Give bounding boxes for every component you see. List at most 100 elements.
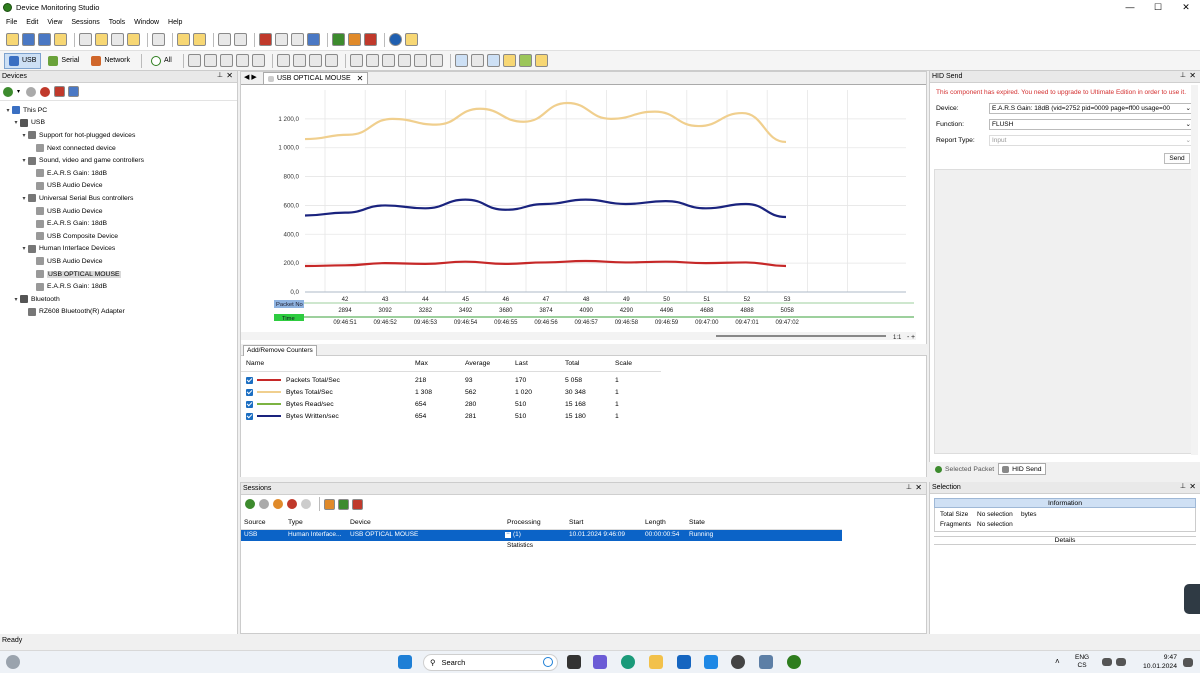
display-icon[interactable] [1102,658,1112,666]
save-icon[interactable] [22,33,35,46]
network-filter-button[interactable]: Network [86,53,135,69]
menu-edit[interactable]: Edit [26,19,38,26]
add-session-icon[interactable] [338,498,349,510]
chevron-up-icon[interactable]: ˄ [1055,657,1060,666]
doc-icon[interactable] [275,33,288,46]
graph1-icon[interactable] [454,54,468,67]
cut-icon[interactable] [79,33,92,46]
tree-item[interactable]: ▾ Sound, video and game controllers [0,154,237,167]
col-length[interactable]: Length [645,517,666,529]
usb-filter-button[interactable]: USB [4,52,42,69]
expand-arrow-icon[interactable]: ▾ [20,132,28,139]
pause-session-icon[interactable] [259,499,269,509]
graph5-icon[interactable] [518,54,532,67]
tree-item[interactable]: USB Audio Device [0,205,237,218]
start-icon[interactable] [398,655,412,669]
tree-item[interactable]: ▾ This PC [0,104,237,117]
counter-row[interactable]: Bytes Total/Sec 1 308 562 1 020 30 348 1 [246,386,666,398]
tab-nav-arrows[interactable]: ◀ ▶ [244,73,257,81]
zoom-level[interactable]: 1:1 [893,335,902,341]
expand-icon[interactable]: − [505,531,511,538]
app2-icon[interactable] [759,655,773,669]
remove-session-icon[interactable] [352,498,363,510]
menu-sessions[interactable]: Sessions [71,19,99,26]
language-indicator[interactable]: ENG CS [1075,654,1089,670]
start-icon[interactable] [332,33,345,46]
col-source[interactable]: Source [244,517,266,529]
maximize-button[interactable]: ☐ [1144,0,1172,15]
edit2-icon[interactable] [193,33,206,46]
col-state[interactable]: State [689,517,705,529]
view4-icon[interactable] [324,54,338,67]
counter-checkbox[interactable] [246,388,253,396]
menu-view[interactable]: View [47,19,62,26]
save-all-icon[interactable] [38,33,51,46]
minimize-button[interactable]: — [1116,0,1144,15]
col-processing[interactable]: Processing [507,517,541,529]
graph3-icon[interactable] [486,54,500,67]
view2-icon[interactable] [292,54,306,67]
start-monitor-icon[interactable] [3,86,13,97]
pin-icon[interactable]: ⊥ [906,483,912,491]
close-button[interactable]: ✕ [1172,0,1200,15]
tool2-icon[interactable] [234,33,247,46]
close-icon[interactable]: ✕ [1189,71,1196,80]
device-props-icon[interactable] [54,86,66,97]
tree-item[interactable]: ▾ USB [0,117,237,130]
record-icon[interactable] [259,33,272,46]
new-icon[interactable] [6,33,19,46]
tool5-icon[interactable] [235,54,249,67]
store-icon[interactable] [704,655,718,669]
counter-checkbox[interactable] [246,376,253,384]
close-icon[interactable]: ✕ [915,483,922,492]
tab-usb-optical-mouse[interactable]: USB OPTICAL MOUSE ✕ [263,72,369,84]
view3-icon[interactable] [308,54,322,67]
tool-icon[interactable] [218,33,231,46]
col-average[interactable]: Average [465,360,490,370]
pin-icon[interactable]: ⊥ [1180,71,1186,79]
device-monitoring-icon[interactable] [787,655,801,669]
expand-arrow-icon[interactable]: ▾ [12,119,20,126]
tree-item[interactable]: E.A.R.S Gain: 18dB [0,167,237,180]
edge-icon[interactable] [621,655,635,669]
zoom-in-button[interactable]: + [911,334,915,341]
pin-icon[interactable]: ⊥ [1180,482,1186,490]
col-max[interactable]: Max [415,360,428,370]
counter-checkbox[interactable] [246,400,253,408]
menu-file[interactable]: File [6,19,17,26]
counter-row[interactable]: Bytes Read/sec 654 280 510 15 168 1 [246,398,666,410]
col-last[interactable]: Last [515,360,528,370]
report-type-select[interactable]: Input ⌄ [989,134,1194,146]
tree-item[interactable]: USB OPTICAL MOUSE [0,268,237,281]
tree-item[interactable]: ▾ Support for hot-plugged devices [0,129,237,142]
col-name[interactable]: Name [246,360,264,370]
menu-window[interactable]: Window [134,19,159,26]
info-icon[interactable] [405,33,418,46]
hid-scrollbar[interactable] [1191,85,1198,455]
close-session-icon[interactable] [301,499,311,509]
edit-icon[interactable] [177,33,190,46]
tree-item[interactable]: RZ608 Bluetooth(R) Adapter [0,306,237,319]
find-icon[interactable] [152,33,165,46]
tree-item[interactable]: USB Audio Device [0,180,237,193]
widgets-icon[interactable] [6,655,20,669]
details-header[interactable]: Details [934,536,1196,545]
menu-help[interactable]: Help [168,19,182,26]
clipboard-icon[interactable] [127,33,140,46]
app1-icon[interactable] [731,655,745,669]
doc3-icon[interactable] [307,33,320,46]
col-total[interactable]: Total [565,360,579,370]
view7-icon[interactable] [381,54,395,67]
tab-add-remove-counters[interactable]: Add/Remove Counters [243,345,317,356]
col-start[interactable]: Start [569,517,583,529]
view8-icon[interactable] [397,54,411,67]
tree-item[interactable]: USB Audio Device [0,255,237,268]
expand-arrow-icon[interactable]: ▾ [4,107,12,114]
teams-icon[interactable] [593,655,607,669]
clock[interactable]: 9:47 10.01.2024 [1139,653,1177,671]
col-scale[interactable]: Scale [615,360,632,370]
tab-selected-packet[interactable]: Selected Packet [931,463,998,475]
counter-row[interactable]: Packets Total/Sec 218 93 170 5 058 1 [246,374,666,386]
dropdown-arrow-icon[interactable]: ▾ [17,88,20,95]
counter-row[interactable]: Bytes Written/sec 654 281 510 15 180 1 [246,410,666,422]
